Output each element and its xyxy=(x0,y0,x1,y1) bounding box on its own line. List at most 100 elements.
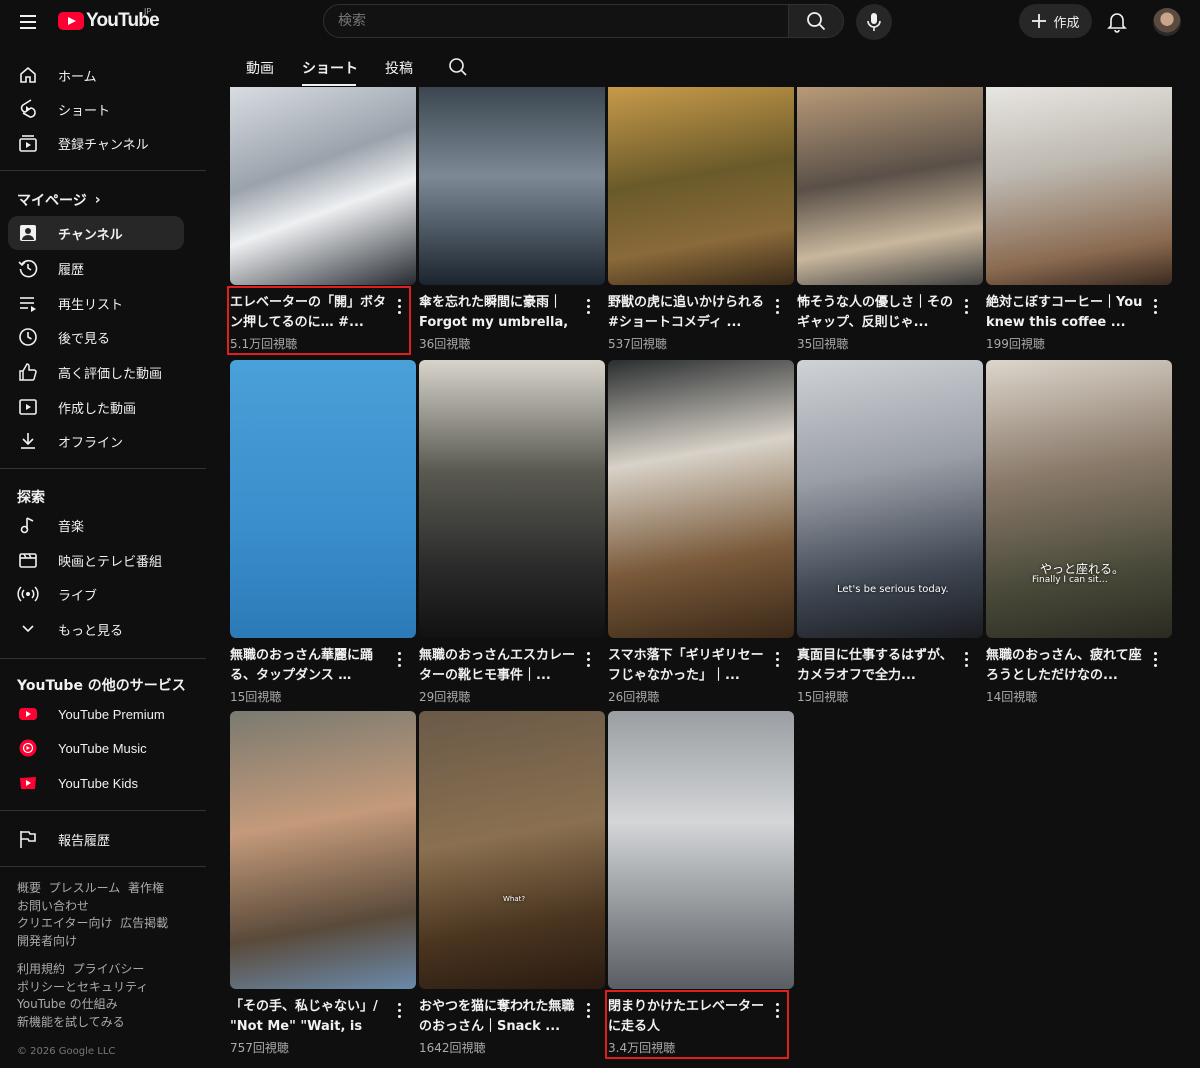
sidebar-item-label: YouTube Kids xyxy=(58,775,138,791)
sidebar-item-your-videos[interactable]: 作成した動画 xyxy=(8,390,184,424)
region-code: JP xyxy=(144,7,152,16)
more-options-icon[interactable] xyxy=(396,1003,402,1021)
sidebar-item-report-history[interactable]: 報告履歴 xyxy=(8,822,184,856)
sidebar-item-label: 履歴 xyxy=(58,262,85,278)
sidebar-item-history[interactable]: 履歴 xyxy=(8,251,184,285)
footer-link[interactable]: 著作権 xyxy=(128,881,164,895)
footer-links-primary: 概要 プレスルーム 著作権 お問い合わせ クリエイター向け 広告掲載 開発者向け xyxy=(17,880,192,950)
short-thumbnail[interactable] xyxy=(419,87,605,285)
tab-videos[interactable]: 動画 xyxy=(246,58,274,78)
sidebar-item-show-more[interactable]: もっと見る xyxy=(8,612,184,646)
plus-icon xyxy=(1032,14,1047,28)
sidebar-divider xyxy=(0,170,206,171)
short-view-count: 15回視聴 xyxy=(797,690,849,704)
short-title[interactable]: 真面目に仕事するはずが、カメラオフで全力... xyxy=(797,646,957,685)
sidebar-item-music[interactable]: 音楽 xyxy=(8,508,184,542)
sidebar-item-playlists[interactable]: 再生リスト xyxy=(8,286,184,320)
short-title[interactable]: 怖そうな人の優しさ｜そのギャップ、反則じゃ... xyxy=(797,293,957,332)
account-avatar[interactable] xyxy=(1153,8,1181,36)
footer-link[interactable]: 開発者向け xyxy=(17,934,77,948)
short-title[interactable]: おやつを猫に奪われた無職のおっさん｜Snack ... xyxy=(419,997,579,1036)
short-meta: 無職のおっさんエスカレーターの靴ヒモ事件｜... 29回視聴 xyxy=(419,646,605,712)
more-options-icon[interactable] xyxy=(1152,299,1158,317)
voice-search-button[interactable] xyxy=(856,4,892,40)
footer-link[interactable]: 利用規約 xyxy=(17,962,65,976)
short-thumbnail[interactable] xyxy=(419,711,605,989)
footer-link[interactable]: プレスルーム xyxy=(49,881,121,895)
more-options-icon[interactable] xyxy=(396,652,402,670)
short-title[interactable]: 無職のおっさんエスカレーターの靴ヒモ事件｜... xyxy=(419,646,579,685)
more-options-icon[interactable] xyxy=(963,299,969,317)
download-icon xyxy=(16,429,40,453)
short-meta: 怖そうな人の優しさ｜そのギャップ、反則じゃ... 35回視聴 xyxy=(797,293,983,359)
sidebar-item-home[interactable]: ホーム xyxy=(8,58,184,92)
more-options-icon[interactable] xyxy=(1152,652,1158,670)
short-thumbnail[interactable] xyxy=(797,87,983,285)
sidebar-item-subscriptions[interactable]: 登録チャンネル xyxy=(8,126,184,160)
menu-icon[interactable] xyxy=(14,10,42,34)
short-thumbnail[interactable] xyxy=(608,360,794,638)
search-input[interactable] xyxy=(324,5,788,37)
sidebar-item-youtube-music[interactable]: YouTube Music xyxy=(8,731,184,765)
short-thumbnail[interactable] xyxy=(797,360,983,638)
sidebar-item-youtube-kids[interactable]: YouTube Kids xyxy=(8,766,184,800)
create-button[interactable]: 作成 xyxy=(1019,4,1092,38)
short-thumbnail[interactable] xyxy=(419,360,605,638)
short-thumbnail[interactable] xyxy=(230,711,416,989)
sidebar-item-watch-later[interactable]: 後で見る xyxy=(8,320,184,354)
short-title[interactable]: スマホ落下「ギリギリセーフじゃなかった」｜... xyxy=(608,646,768,685)
short-thumbnail[interactable] xyxy=(986,360,1172,638)
bell-icon xyxy=(1107,13,1127,33)
sidebar-item-liked-videos[interactable]: 高く評価した動画 xyxy=(8,355,184,389)
short-title[interactable]: 閉まりかけたエレベーターに走る人 xyxy=(608,997,768,1036)
footer-link[interactable]: YouTube の仕組み xyxy=(17,997,118,1011)
short-thumbnail[interactable] xyxy=(986,87,1172,285)
tab-shorts[interactable]: ショート xyxy=(302,58,358,78)
short-meta: エレベーターの「開」ボタン押してるのに… #... 5.1万回視聴 xyxy=(230,293,416,359)
search-button[interactable] xyxy=(788,4,844,38)
short-thumbnail[interactable] xyxy=(608,87,794,285)
sidebar-item-movies-tv[interactable]: 映画とテレビ番組 xyxy=(8,543,184,577)
footer-link[interactable]: プライバシー xyxy=(73,962,145,976)
short-title[interactable]: 傘を忘れた瞬間に豪雨｜Forgot my umbrella, ... xyxy=(419,293,579,332)
short-title[interactable]: 絶対こぼすコーヒー｜You knew this coffee ... xyxy=(986,293,1146,332)
footer-link[interactable]: 広告掲載 xyxy=(120,916,168,930)
more-options-icon[interactable] xyxy=(585,1003,591,1021)
short-title[interactable]: 「その手、私じゃない」/ "Not Me" "Wait, is that... xyxy=(230,997,390,1036)
footer-link[interactable]: クリエイター向け xyxy=(17,916,113,930)
short-title[interactable]: 無職のおっさん華麗に踊る、タップダンス … xyxy=(230,646,390,685)
short-meta: 真面目に仕事するはずが、カメラオフで全力... 15回視聴 xyxy=(797,646,983,712)
services-title: YouTube の他のサービス xyxy=(17,678,186,694)
sidebar-item-downloads[interactable]: オフライン xyxy=(8,424,184,458)
footer-link[interactable]: 新機能を試してみる xyxy=(17,1015,125,1029)
more-options-icon[interactable] xyxy=(585,299,591,317)
notifications-button[interactable] xyxy=(1102,7,1132,37)
more-options-icon[interactable] xyxy=(774,1003,780,1021)
short-title[interactable]: 無職のおっさん、疲れて座ろうとしただけなの... xyxy=(986,646,1146,685)
footer-link[interactable]: 概要 xyxy=(17,881,41,895)
sidebar-item-youtube-premium[interactable]: YouTube Premium xyxy=(8,697,184,731)
sidebar-item-channel[interactable]: チャンネル xyxy=(8,216,184,250)
short-thumbnail[interactable] xyxy=(230,87,416,285)
more-options-icon[interactable] xyxy=(774,299,780,317)
sidebar-item-live[interactable]: ライブ xyxy=(8,577,184,611)
tab-posts[interactable]: 投稿 xyxy=(385,58,413,78)
sidebar-item-label: 後で見る xyxy=(58,331,111,347)
more-options-icon[interactable] xyxy=(963,652,969,670)
sidebar-item-label: オフライン xyxy=(58,435,124,451)
sidebar-item-label: 映画とテレビ番組 xyxy=(58,554,163,570)
short-thumbnail[interactable] xyxy=(230,360,416,638)
more-options-icon[interactable] xyxy=(585,652,591,670)
short-title[interactable]: 野獣の虎に追いかけられる #ショートコメディ ... xyxy=(608,293,768,332)
footer-link[interactable]: お問い合わせ xyxy=(17,899,89,913)
footer-link[interactable]: ポリシーとセキュリティ xyxy=(17,980,148,994)
mypage-link[interactable]: マイページ › xyxy=(17,190,101,210)
more-options-icon[interactable] xyxy=(396,299,402,317)
short-title[interactable]: エレベーターの「開」ボタン押してるのに… #... xyxy=(230,293,390,332)
sidebar-item-label: 作成した動画 xyxy=(58,401,137,417)
more-options-icon[interactable] xyxy=(774,652,780,670)
channel-search-icon[interactable] xyxy=(448,57,468,81)
short-thumbnail[interactable] xyxy=(608,711,794,989)
sidebar-item-label: 高く評価した動画 xyxy=(58,366,163,382)
sidebar-item-shorts[interactable]: ショート xyxy=(8,92,184,126)
